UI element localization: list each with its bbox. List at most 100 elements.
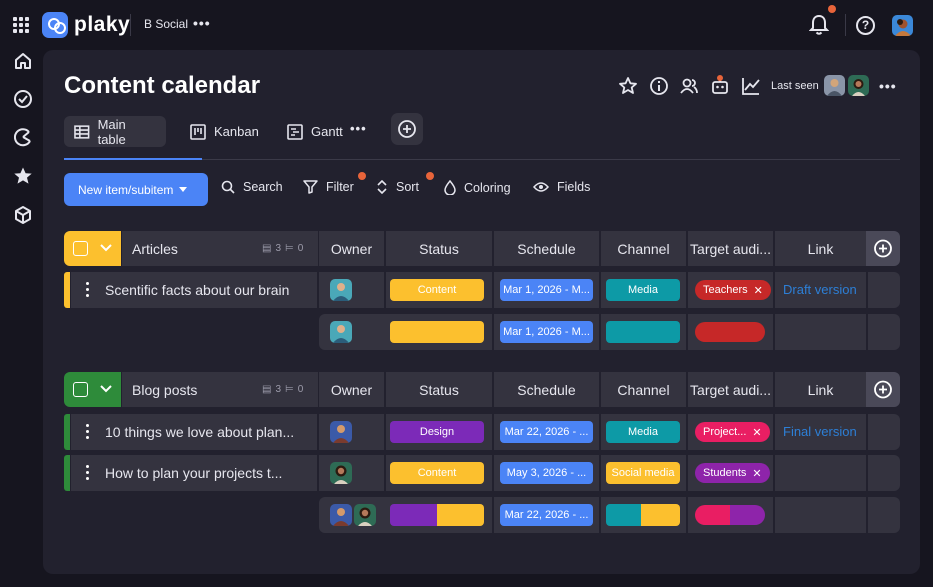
workspace-name[interactable]: B Social	[144, 17, 188, 31]
new-item-button[interactable]: New item/subitem	[64, 173, 208, 206]
column-header-schedule[interactable]: Schedule	[494, 231, 599, 266]
column-header-status[interactable]: Status	[386, 231, 492, 266]
audience-tag: Students ✕	[695, 463, 770, 483]
summary-channel-cell	[601, 314, 686, 350]
column-header-target-audience[interactable]: Target audi...	[688, 372, 773, 407]
item-name-cell[interactable]: 10 things we love about plan...	[71, 414, 317, 450]
column-header-channel[interactable]: Channel	[601, 372, 686, 407]
summary-audience-cell	[688, 314, 773, 350]
bell-icon[interactable]	[809, 14, 829, 36]
star-outline-icon[interactable]	[618, 76, 638, 96]
search-button[interactable]: Search	[221, 180, 283, 194]
channel-cell[interactable]: Media	[601, 272, 686, 308]
remove-tag-icon[interactable]: ✕	[754, 284, 763, 297]
chevron-down-icon[interactable]	[100, 242, 112, 254]
workspace-more-icon[interactable]: •••	[193, 15, 211, 31]
file-icon: ▤	[262, 243, 272, 254]
tab-gantt[interactable]: Gantt	[277, 116, 353, 147]
status-summary-bar	[390, 504, 484, 526]
column-header-owner[interactable]: Owner	[319, 372, 384, 407]
group-name-cell[interactable]: Articles ▤ 3 ⊨ 0	[122, 231, 318, 266]
coloring-button[interactable]: Coloring	[444, 180, 511, 195]
audience-cell[interactable]: Project... ✕	[688, 414, 773, 450]
link-text[interactable]: Final version	[783, 424, 857, 439]
app-logo[interactable]: plaky	[42, 12, 130, 38]
tab-kanban[interactable]: Kanban	[180, 116, 269, 147]
add-view-button[interactable]	[391, 113, 423, 145]
help-icon[interactable]: ?	[856, 16, 875, 35]
schedule-summary-pill: Mar 1, 2026 - M...	[500, 321, 593, 343]
item-name-cell[interactable]: Scentific facts about our brain	[71, 272, 317, 308]
my-work-check-icon[interactable]	[13, 89, 33, 109]
user-avatar[interactable]	[892, 15, 913, 36]
row-color-strip	[64, 414, 70, 450]
seen-avatar[interactable]	[824, 75, 845, 96]
owner-cell[interactable]	[319, 414, 384, 450]
column-header-target-audience[interactable]: Target audi...	[688, 231, 773, 266]
column-header-owner[interactable]: Owner	[319, 231, 384, 266]
schedule-cell[interactable]: May 3, 2026 - ...	[494, 455, 599, 491]
chevron-down-icon[interactable]	[100, 383, 112, 395]
filter-button[interactable]: Filter	[303, 180, 354, 194]
item-name-cell[interactable]: How to plan your projects t...	[71, 455, 317, 491]
plus-circle-icon	[398, 120, 416, 138]
tab-main-table[interactable]: Main table	[64, 116, 166, 147]
search-icon	[221, 180, 235, 194]
automation-dot	[717, 75, 723, 81]
schedule-cell[interactable]: Mar 1, 2026 - M...	[494, 272, 599, 308]
status-cell[interactable]: Design	[386, 414, 492, 450]
row-menu-icon[interactable]	[85, 424, 89, 440]
column-header-status[interactable]: Status	[386, 372, 492, 407]
group-checkbox[interactable]	[73, 241, 88, 256]
channel-cell[interactable]: Media	[601, 414, 686, 450]
link-cell[interactable]: Draft version	[775, 272, 866, 308]
sort-label: Sort	[396, 180, 419, 194]
favorites-star-icon[interactable]	[13, 166, 33, 186]
home-icon[interactable]	[13, 51, 33, 71]
column-header-schedule[interactable]: Schedule	[494, 372, 599, 407]
link-cell[interactable]	[775, 455, 866, 491]
info-icon[interactable]	[649, 76, 669, 96]
owner-avatar	[354, 504, 376, 526]
board-panel	[43, 50, 920, 574]
remove-tag-icon[interactable]: ✕	[752, 426, 761, 439]
seen-avatar[interactable]	[848, 75, 869, 96]
schedule-summary-pill: Mar 22, 2026 - ...	[500, 504, 593, 526]
owner-cell[interactable]	[319, 455, 384, 491]
status-cell[interactable]: Content	[386, 272, 492, 308]
add-column-button[interactable]	[866, 372, 900, 407]
column-header-channel[interactable]: Channel	[601, 231, 686, 266]
audience-tag: Project... ✕	[695, 422, 770, 442]
link-cell[interactable]: Final version	[775, 414, 866, 450]
link-text[interactable]: Draft version	[783, 282, 857, 297]
board-more-icon[interactable]: •••	[879, 78, 897, 94]
apps-grid-icon[interactable]	[13, 17, 29, 33]
row-color-strip	[64, 455, 70, 491]
boards-cube-icon[interactable]	[13, 205, 33, 225]
status-cell[interactable]: Content	[386, 455, 492, 491]
summary-audience-cell	[688, 497, 773, 533]
audience-cell[interactable]: Students ✕	[688, 455, 773, 491]
activity-chart-icon[interactable]	[741, 76, 761, 96]
channel-cell[interactable]: Social media	[601, 455, 686, 491]
row-menu-icon[interactable]	[85, 465, 89, 481]
members-icon[interactable]	[679, 76, 699, 96]
group-name-cell[interactable]: Blog posts ▤ 3 ⊨ 0	[122, 372, 318, 407]
owner-cell[interactable]	[319, 272, 384, 308]
tabs-more-icon[interactable]: •••	[350, 121, 367, 136]
summary-schedule-cell: Mar 1, 2026 - M...	[494, 314, 599, 350]
tab-label: Main table	[97, 116, 126, 147]
schedule-cell[interactable]: Mar 22, 2026 - ...	[494, 414, 599, 450]
group-checkbox[interactable]	[73, 382, 88, 397]
fields-button[interactable]: Fields	[533, 180, 590, 194]
sort-button[interactable]: Sort	[376, 180, 419, 194]
audience-cell[interactable]: Teachers ✕	[688, 272, 773, 308]
add-column-button[interactable]	[866, 231, 900, 266]
row-menu-icon[interactable]	[85, 282, 89, 298]
audience-label: Students	[703, 467, 747, 479]
column-header-link[interactable]: Link	[775, 231, 866, 266]
fields-label: Fields	[557, 180, 591, 194]
column-header-link[interactable]: Link	[775, 372, 866, 407]
remove-tag-icon[interactable]: ✕	[752, 467, 761, 480]
dashboard-icon[interactable]	[13, 127, 33, 147]
